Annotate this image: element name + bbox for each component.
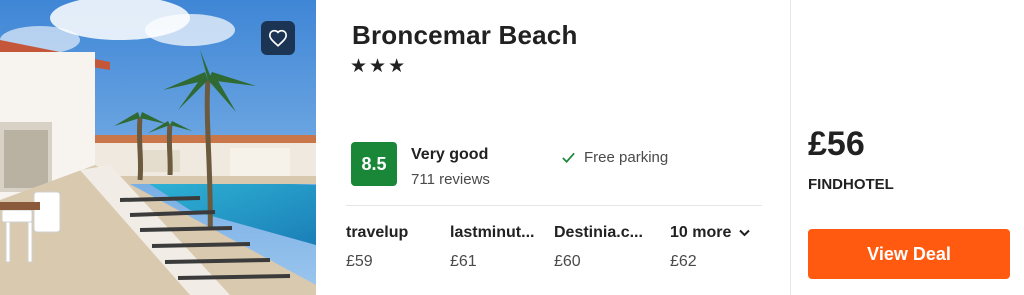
provider-option[interactable]: lastminut... £61: [450, 224, 550, 271]
amenity-free-parking: Free parking: [561, 149, 668, 166]
hotel-name[interactable]: Broncemar Beach: [352, 20, 578, 51]
view-deal-button[interactable]: View Deal: [808, 229, 1010, 279]
hotel-result-card: Broncemar Beach ★★★ 8.5 Very good 711 re…: [0, 0, 1024, 295]
chevron-down-icon: [739, 229, 751, 237]
provider-option[interactable]: travelup £59: [346, 224, 446, 271]
provider-price: £61: [450, 253, 477, 270]
deal-provider: FINDHOTEL: [808, 176, 894, 193]
provider-price: £62: [670, 253, 697, 270]
review-score-label: Very good: [411, 146, 489, 163]
star-rating: ★★★: [350, 56, 408, 77]
checkmark-icon: [562, 152, 575, 163]
favorite-button[interactable]: [261, 21, 295, 55]
provider-name: Destinia.c...: [554, 224, 643, 241]
column-divider: [790, 0, 791, 295]
provider-option[interactable]: Destinia.c... £60: [554, 224, 654, 271]
review-score-badge: 8.5: [351, 142, 397, 186]
review-count: 711 reviews: [411, 171, 490, 188]
amenity-label: Free parking: [584, 149, 669, 166]
more-providers-toggle[interactable]: 10 more: [670, 224, 762, 242]
provider-name: travelup: [346, 224, 409, 241]
heart-icon: [268, 29, 288, 47]
deal-price: £56: [808, 125, 865, 163]
more-providers-label: 10 more: [670, 224, 732, 241]
more-providers[interactable]: 10 more £62: [670, 224, 762, 271]
provider-name: lastminut...: [450, 224, 535, 241]
provider-price: £60: [554, 253, 581, 270]
hotel-photo[interactable]: [0, 0, 316, 295]
provider-price: £59: [346, 253, 373, 270]
divider: [346, 205, 762, 206]
